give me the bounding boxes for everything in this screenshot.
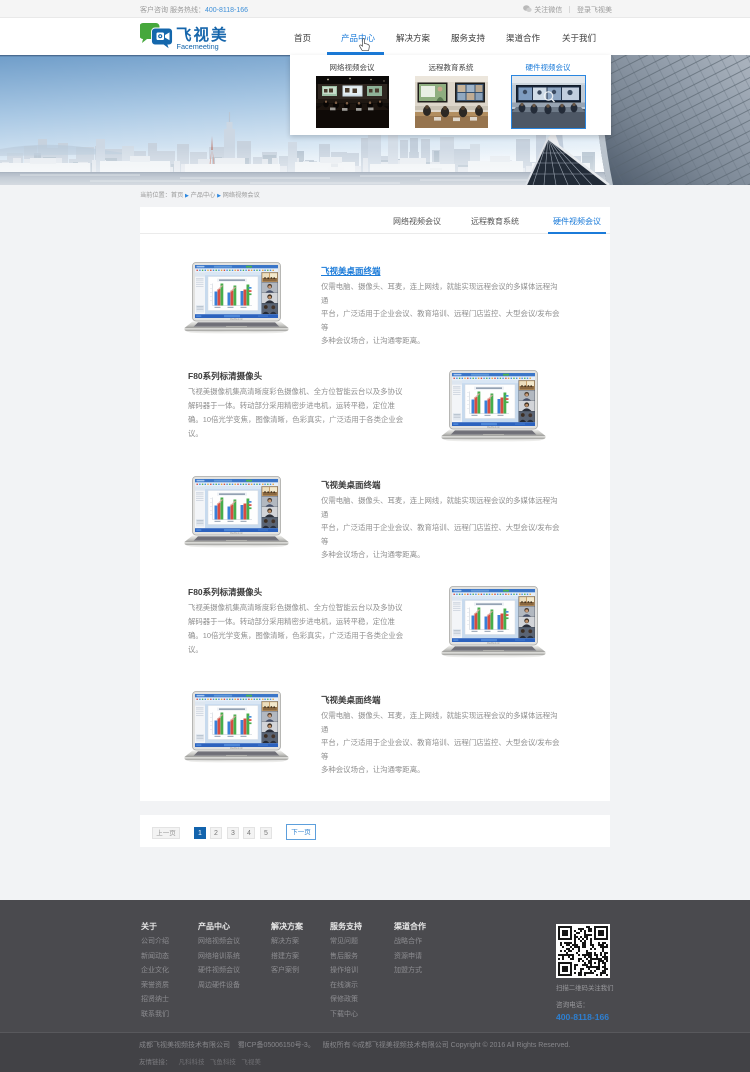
svg-text:Facemeeting: Facemeeting — [177, 42, 219, 51]
